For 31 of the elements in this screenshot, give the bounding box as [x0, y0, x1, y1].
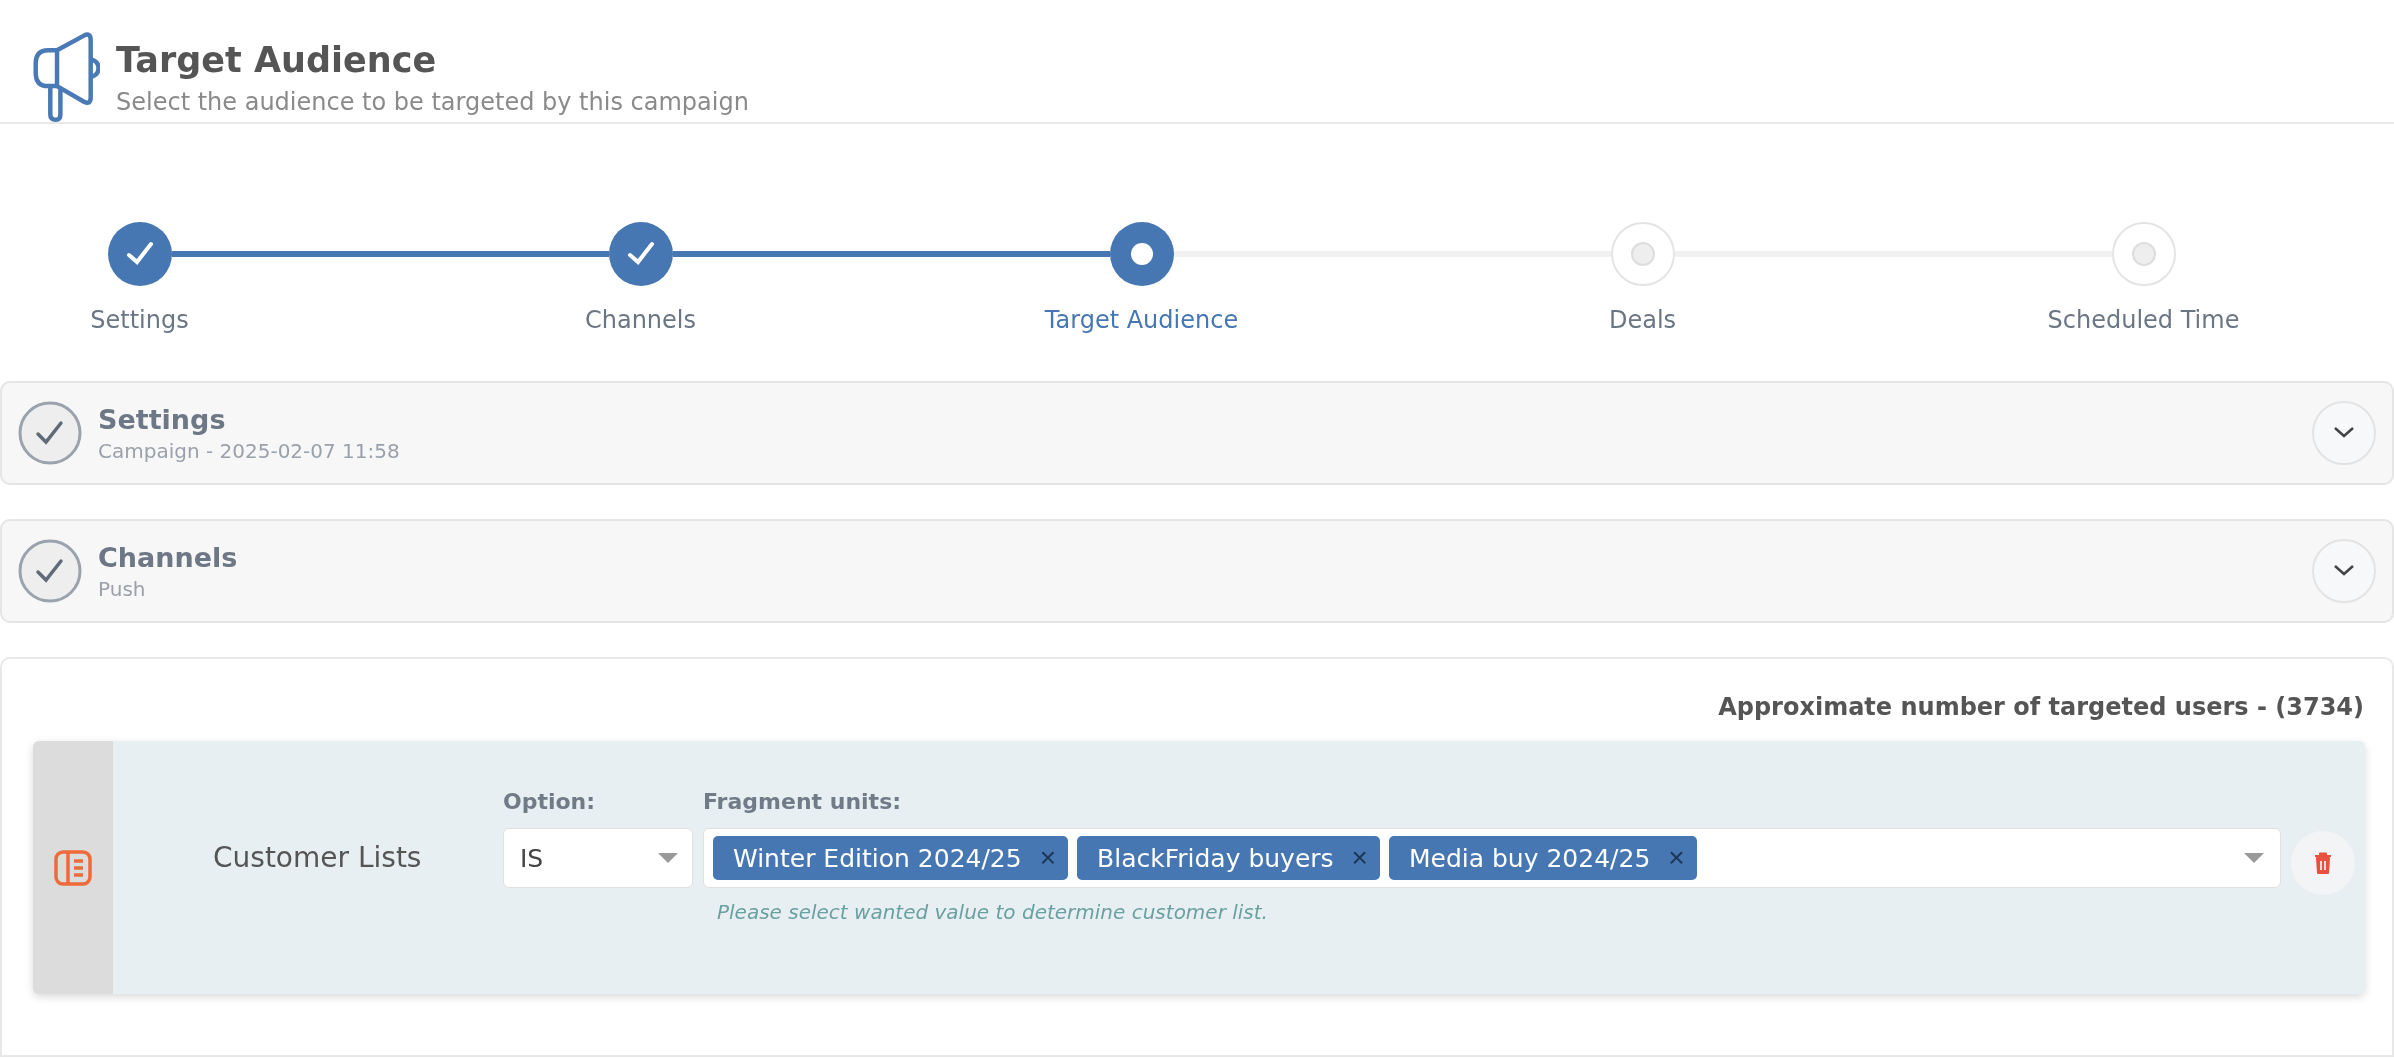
- remove-tag-button[interactable]: ×: [1039, 844, 1057, 872]
- check-circle-icon: [18, 539, 82, 603]
- step-label[interactable]: Scheduled Time: [2047, 306, 2240, 334]
- field-label: Fragment units:: [703, 789, 903, 814]
- dropdown-icon: [2244, 853, 2264, 863]
- tag-label: BlackFriday buyers: [1097, 843, 1334, 873]
- step-label[interactable]: Settings: [90, 306, 189, 334]
- section-summary: Push: [98, 576, 147, 601]
- remove-tag-button[interactable]: ×: [1668, 844, 1685, 872]
- trash-icon: [2313, 852, 2333, 874]
- page-title: Target Audience: [116, 40, 438, 80]
- rule-name: Customer Lists: [213, 841, 423, 874]
- list-icon: [53, 847, 93, 888]
- step-label[interactable]: Channels: [584, 306, 696, 334]
- field-label: Option:: [503, 789, 597, 814]
- remove-tag-button[interactable]: ×: [1351, 844, 1368, 872]
- tag-label: Winter Edition 2024/25: [733, 843, 1022, 873]
- check-circle-icon: [18, 401, 82, 465]
- dropdown-icon: [658, 853, 678, 863]
- targeted-users-estimate: Approximate number of targeted users - (3734): [1717, 693, 2365, 721]
- fragment-multiselect[interactable]: Winter Edition 2024/25 × BlackFriday buyers × Media buy 2024/25 ×: [703, 828, 2281, 888]
- page-subtitle: Select the audience to be targeted by this campaign: [116, 88, 749, 116]
- option-select[interactable]: IS: [503, 828, 693, 888]
- step-label[interactable]: Deals: [1608, 306, 1677, 334]
- step-label[interactable]: Target Audience: [1044, 306, 1239, 334]
- section-summary: Campaign - 2025-02-07 11:58: [98, 438, 401, 463]
- section-title: Settings: [98, 403, 227, 435]
- section-title: Channels: [98, 541, 239, 573]
- megaphone-icon: [32, 30, 100, 122]
- tag-label: Media buy 2024/25: [1408, 843, 1651, 873]
- field-hint: Please select wanted value to determine customer list.: [717, 900, 1269, 924]
